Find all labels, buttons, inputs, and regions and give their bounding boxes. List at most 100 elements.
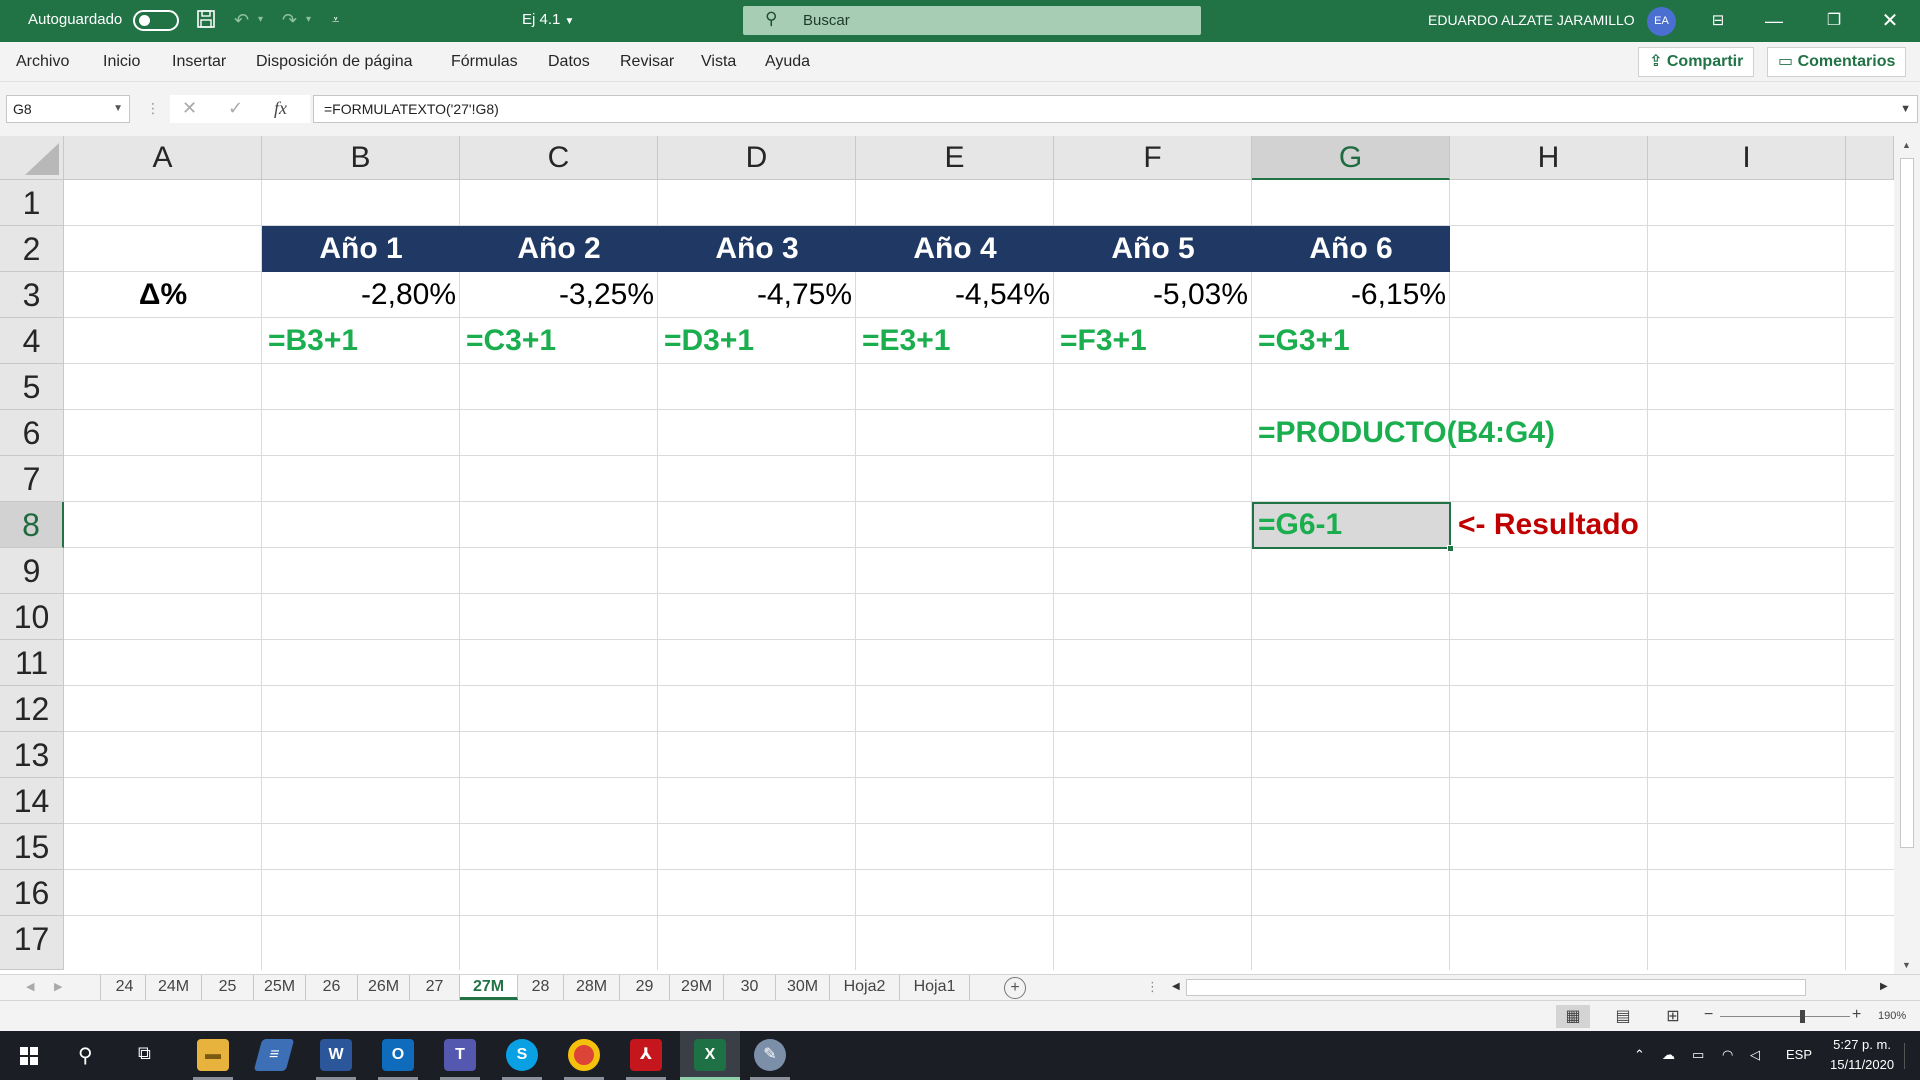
column-header[interactable]: E bbox=[856, 136, 1054, 180]
scroll-up-icon[interactable]: ▲ bbox=[1902, 140, 1911, 150]
add-sheet-icon[interactable]: + bbox=[1004, 977, 1026, 999]
row-header[interactable]: 5 bbox=[0, 364, 64, 410]
column-header[interactable]: H bbox=[1450, 136, 1648, 180]
avatar[interactable]: EA bbox=[1647, 7, 1676, 36]
horizontal-scrollbar[interactable]: ◀ ▶ bbox=[1168, 978, 1894, 998]
menu-datos[interactable]: Datos bbox=[548, 53, 590, 71]
undo-dropdown-icon[interactable]: ▾ bbox=[258, 9, 263, 31]
row-header[interactable]: 17 bbox=[0, 916, 64, 970]
year-header-cell[interactable]: Año 2 bbox=[460, 226, 658, 272]
menu-revisar[interactable]: Revisar bbox=[620, 53, 674, 71]
battery-icon[interactable]: ▭ bbox=[1692, 1047, 1704, 1063]
row-header[interactable]: 12 bbox=[0, 686, 64, 732]
year-header-cell[interactable]: Año 1 bbox=[262, 226, 460, 272]
ribbon-display-icon[interactable]: ⊟ bbox=[1698, 7, 1738, 35]
formula-cell[interactable]: =B3+1 bbox=[262, 318, 358, 364]
sheet-tab[interactable]: 27 bbox=[410, 975, 460, 1000]
sheet-tab[interactable]: 28 bbox=[518, 975, 564, 1000]
delta-value-cell[interactable]: -3,25% bbox=[460, 272, 658, 318]
enter-icon[interactable]: ✓ bbox=[228, 98, 243, 119]
sheet-tab[interactable]: 30 bbox=[724, 975, 776, 1000]
save-icon[interactable] bbox=[196, 9, 216, 34]
menu-archivo[interactable]: Archivo bbox=[16, 53, 69, 71]
row-header-selected[interactable]: 8 bbox=[0, 502, 64, 548]
menu-vista[interactable]: Vista bbox=[701, 53, 736, 71]
outlook-icon[interactable]: O bbox=[382, 1039, 414, 1071]
delta-value-cell[interactable]: -6,15% bbox=[1252, 272, 1450, 318]
split-handle-icon[interactable]: ⋮ bbox=[1146, 979, 1159, 995]
row-header[interactable]: 10 bbox=[0, 594, 64, 640]
formula-cell[interactable]: =F3+1 bbox=[1054, 318, 1147, 364]
page-layout-view-icon[interactable]: ▤ bbox=[1606, 1005, 1640, 1028]
skype-icon[interactable]: S bbox=[506, 1039, 538, 1071]
zoom-slider-knob[interactable] bbox=[1800, 1010, 1805, 1023]
sheet-tab[interactable]: 26 bbox=[306, 975, 358, 1000]
teams-icon[interactable]: T bbox=[444, 1039, 476, 1071]
scroll-right-icon[interactable]: ▶ bbox=[1880, 981, 1888, 992]
row-header[interactable]: 14 bbox=[0, 778, 64, 824]
column-header[interactable]: A bbox=[64, 136, 262, 180]
expand-formula-icon[interactable]: ▼ bbox=[1900, 96, 1911, 122]
menu-ayuda[interactable]: Ayuda bbox=[765, 53, 810, 71]
customize-toolbar-icon[interactable]: ⩡ bbox=[332, 9, 339, 31]
sheet-tab[interactable]: 26M bbox=[358, 975, 410, 1000]
zoom-level[interactable]: 190% bbox=[1878, 1010, 1906, 1022]
column-header[interactable]: I bbox=[1648, 136, 1846, 180]
column-header[interactable]: B bbox=[262, 136, 460, 180]
acrobat-icon[interactable]: ⅄ bbox=[630, 1039, 662, 1071]
formula-cell[interactable]: =C3+1 bbox=[460, 318, 556, 364]
chrome-icon[interactable] bbox=[568, 1039, 600, 1071]
cell-area[interactable]: Año 1 Año 2 Año 3 Año 4 Año 5 Año 6 Δ% -… bbox=[64, 180, 1894, 970]
column-header[interactable] bbox=[1846, 136, 1894, 180]
zoom-out-icon[interactable]: − bbox=[1704, 1006, 1713, 1024]
sheet-tab[interactable]: 25M bbox=[254, 975, 306, 1000]
normal-view-icon[interactable]: ▦ bbox=[1556, 1005, 1590, 1028]
row-header[interactable]: 1 bbox=[0, 180, 64, 226]
delta-value-cell[interactable]: -5,03% bbox=[1054, 272, 1252, 318]
zoom-in-icon[interactable]: + bbox=[1852, 1006, 1861, 1024]
row-header[interactable]: 16 bbox=[0, 870, 64, 916]
prev-sheet-icon[interactable]: ◀ bbox=[26, 980, 34, 993]
document-title[interactable]: Ej 4.1 ▼ bbox=[522, 11, 574, 28]
delta-value-cell[interactable]: -4,54% bbox=[856, 272, 1054, 318]
formula-input[interactable]: =FORMULATEXTO('27'!G8) ▼ bbox=[313, 95, 1918, 123]
search-icon[interactable]: ⚲ bbox=[78, 1043, 93, 1068]
delta-value-cell[interactable]: -2,80% bbox=[262, 272, 460, 318]
sheet-tab[interactable]: 29 bbox=[620, 975, 670, 1000]
chevron-down-icon[interactable]: ▼ bbox=[113, 96, 123, 122]
select-all-button[interactable] bbox=[0, 136, 64, 180]
menu-formulas[interactable]: Fórmulas bbox=[451, 53, 518, 71]
sheet-tab[interactable]: 24 bbox=[104, 975, 146, 1000]
wifi-icon[interactable]: ◠ bbox=[1722, 1047, 1733, 1063]
year-header-cell[interactable]: Año 5 bbox=[1054, 226, 1252, 272]
cancel-icon[interactable]: ✕ bbox=[182, 98, 197, 119]
row-header[interactable]: 4 bbox=[0, 318, 64, 364]
row-header[interactable]: 6 bbox=[0, 410, 64, 456]
zoom-slider[interactable] bbox=[1720, 1010, 1850, 1023]
task-view-icon[interactable]: ⧉ bbox=[138, 1043, 151, 1064]
show-hidden-icons-icon[interactable]: ⌃ bbox=[1634, 1047, 1645, 1063]
page-break-view-icon[interactable]: ⊞ bbox=[1656, 1005, 1690, 1028]
delta-value-cell[interactable]: -4,75% bbox=[658, 272, 856, 318]
paint-icon[interactable]: ✎ bbox=[754, 1039, 786, 1071]
row-header[interactable]: 9 bbox=[0, 548, 64, 594]
formula-cell[interactable]: =D3+1 bbox=[658, 318, 754, 364]
row-header[interactable]: 3 bbox=[0, 272, 64, 318]
undo-icon[interactable]: ↶ bbox=[234, 9, 249, 31]
product-formula-cell[interactable]: =PRODUCTO(B4:G4) bbox=[1252, 410, 1555, 456]
formula-cell[interactable]: =E3+1 bbox=[856, 318, 950, 364]
result-formula-cell[interactable]: =G6-1 bbox=[1252, 502, 1342, 548]
menu-disposicion[interactable]: Disposición de página bbox=[256, 53, 413, 71]
sheet-tab[interactable]: 28M bbox=[564, 975, 620, 1000]
scrollbar-thumb[interactable] bbox=[1900, 158, 1914, 848]
volume-icon[interactable]: ◁ bbox=[1750, 1047, 1760, 1063]
autosave-toggle[interactable] bbox=[133, 10, 179, 31]
row-header[interactable]: 11 bbox=[0, 640, 64, 686]
word-icon[interactable]: W bbox=[320, 1039, 352, 1071]
column-header[interactable]: F bbox=[1054, 136, 1252, 180]
column-header[interactable]: C bbox=[460, 136, 658, 180]
redo-dropdown-icon[interactable]: ▾ bbox=[306, 9, 311, 31]
result-note-cell[interactable]: <- Resultado bbox=[1452, 502, 1639, 548]
year-header-cell[interactable]: Año 4 bbox=[856, 226, 1054, 272]
sheet-tab[interactable]: Hoja1 bbox=[900, 975, 970, 1000]
